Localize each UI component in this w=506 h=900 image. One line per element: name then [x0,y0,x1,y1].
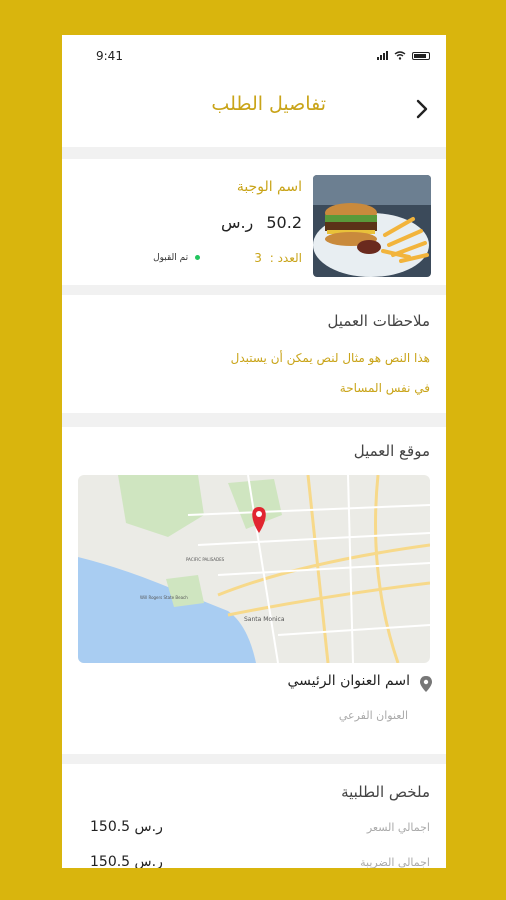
customer-map[interactable]: Santa Monica PACIFIC PALISADES Will Roge… [78,475,430,663]
meal-count: 3 [254,251,262,265]
meal-price: 50.2 [266,213,302,232]
main-address: اسم العنوان الرئيسي [287,673,410,689]
header: تفاصيل الطلب [62,79,446,147]
page-title: تفاصيل الطلب [211,93,326,115]
location-title: موقع العميل [353,442,430,460]
summary-card: ملخص الطلبية اجمالي السعر ر.س 150.5 اجما… [62,764,446,868]
map-marker-icon [420,676,432,692]
battery-icon [412,51,430,60]
status-dot-icon [195,255,200,260]
notes-line-1: هذا النص هو مثال لنص يمكن أن يستبدل [230,351,430,365]
meal-price-row: 50.2 ر.س [221,213,302,232]
meal-currency: ر.س [220,213,254,232]
location-card: موقع العميل Santa Monica PACIFIC PALISAD… [62,427,446,754]
notes-card: ملاحظات العميل هذا النص هو مثال لنص يمكن… [62,295,446,413]
summary-label: اجمالي السعر [366,821,430,834]
summary-currency: ر.س [134,854,163,868]
meal-status: تم القبول [153,253,200,263]
meal-count-row: العدد : 3 [254,251,302,265]
sub-address: العنوان الفرعي [338,709,408,722]
status-bar: 9:41 [62,35,446,79]
back-chevron-icon[interactable] [410,97,434,121]
summary-value: ر.س 150.5 [78,819,163,835]
summary-value: ر.س 150.5 [78,854,163,868]
signal-icon [377,51,388,60]
notes-title: ملاحظات العميل [327,312,430,330]
meal-status-text: تم القبول [153,253,189,263]
summary-label: اجمالي الضريبة [360,856,430,868]
map-label-will-rogers: Will Rogers State Beach [140,595,188,600]
summary-amount: 150.5 [90,819,131,835]
meal-name: اسم الوجبة [236,179,302,195]
status-icons [377,51,430,60]
map-label-pacific-palisades: PACIFIC PALISADES [186,557,225,562]
map-label-santa-monica: Santa Monica [244,616,285,623]
notes-line-2: في نفس المساحة [339,381,430,395]
summary-title: ملخص الطلبية [341,783,430,801]
summary-amount: 150.5 [90,854,131,868]
status-time: 9:41 [96,49,123,63]
meal-image [313,175,431,277]
summary-currency: ر.س [134,819,163,835]
wifi-icon [394,51,406,60]
meal-card[interactable]: اسم الوجبة 50.2 ر.س العدد : 3 تم القبول [62,159,446,285]
meal-count-label: العدد : [269,251,302,265]
phone-screen: 9:41 تفاصيل الطلب اسم الوجبة 50.2 ر.س ال… [62,35,446,868]
